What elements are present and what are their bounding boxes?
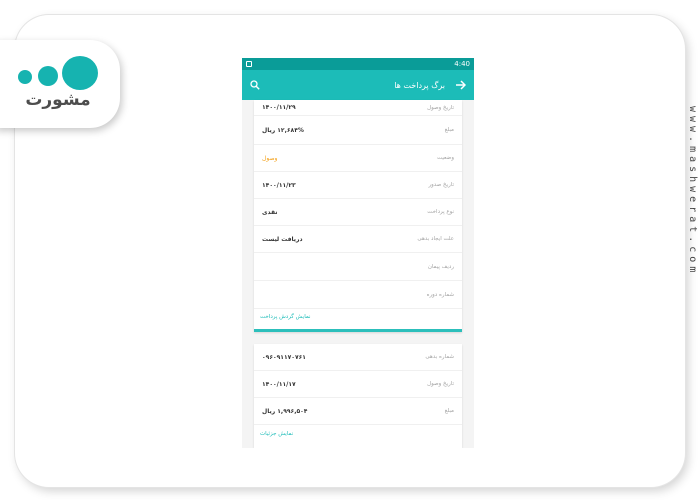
row-label: ردیف پیمان bbox=[427, 263, 454, 270]
detail-row: شماره دوره bbox=[254, 281, 462, 309]
payment-card-2: شماره بدهی ۰۹۶۰۹۱۱۷۰۷۶۱ تاریخ وصول ۱۴۰۰/… bbox=[254, 344, 462, 448]
show-details-link[interactable]: نمایش جزئیات bbox=[254, 425, 462, 437]
app-bar: برگ پرداخت ها bbox=[242, 70, 474, 100]
status-badge: وصول bbox=[262, 154, 278, 162]
logo-dot-small bbox=[18, 70, 32, 84]
status-time: 4:40 bbox=[454, 60, 470, 68]
detail-row: نوع پرداخت نقدی bbox=[254, 199, 462, 226]
logo-text: مشورت bbox=[25, 90, 91, 110]
row-value: ۱,۹۹۶,۵۰۴ ریال bbox=[262, 407, 308, 415]
detail-row: وضعیت وصول bbox=[254, 145, 462, 172]
row-label: تاریخ وصول bbox=[427, 381, 454, 387]
row-value: ۱۴۰۰/۱۱/۲۳ bbox=[262, 181, 296, 189]
row-label: مبلغ bbox=[444, 408, 454, 414]
page-title: برگ پرداخت ها bbox=[394, 80, 445, 90]
row-value: نقدی bbox=[262, 208, 278, 216]
payment-card-1: تاریخ وصول ۱۴۰۰/۱۱/۲۹ مبلغ ۱۲,۶۸۴% ریال … bbox=[254, 100, 462, 332]
detail-row: مبلغ ۱۲,۶۸۴% ریال bbox=[254, 116, 462, 145]
search-icon[interactable] bbox=[250, 80, 260, 90]
row-value: ۱۲,۶۸۴% ریال bbox=[262, 126, 304, 134]
detail-row: تاریخ وصول ۱۴۰۰/۱۱/۱۷ bbox=[254, 371, 462, 398]
logo-badge bbox=[0, 40, 120, 128]
detail-row: علت ایجاد بدهی دریافت لیست bbox=[254, 226, 462, 253]
logo-dot-large bbox=[62, 56, 98, 90]
logo-dot-medium bbox=[38, 66, 58, 86]
app-bar-title-group: برگ پرداخت ها bbox=[394, 80, 466, 90]
row-label: تاریخ وصول bbox=[427, 104, 454, 111]
arrow-right-icon[interactable] bbox=[455, 80, 466, 90]
status-bar: 4:40 bbox=[242, 58, 474, 70]
detail-row: ردیف پیمان bbox=[254, 253, 462, 281]
row-value: ۰۹۶۰۹۱۱۷۰۷۶۱ bbox=[262, 353, 306, 361]
detail-row: مبلغ ۱,۹۹۶,۵۰۴ ریال bbox=[254, 398, 462, 425]
row-label: تاریخ صدور bbox=[428, 182, 454, 188]
notification-icon bbox=[246, 61, 252, 67]
row-value: دریافت لیست bbox=[262, 235, 303, 243]
row-label: مبلغ bbox=[444, 127, 454, 133]
detail-row: تاریخ صدور ۱۴۰۰/۱۱/۲۳ bbox=[254, 172, 462, 199]
row-label: نوع پرداخت bbox=[427, 209, 454, 215]
detail-row: تاریخ وصول ۱۴۰۰/۱۱/۲۹ bbox=[254, 100, 462, 116]
phone-screen: 4:40 برگ پرداخت ها تاریخ وصول ۱۴۰۰/۱۱/۲۹ bbox=[242, 58, 474, 448]
row-label: شماره دوره bbox=[426, 291, 454, 298]
row-label: وضعیت bbox=[436, 155, 454, 161]
detail-row: شماره بدهی ۰۹۶۰۹۱۱۷۰۷۶۱ bbox=[254, 344, 462, 371]
row-value: ۱۴۰۰/۱۱/۲۹ bbox=[262, 104, 296, 111]
watermark-url: www.mashwerat.com bbox=[687, 106, 698, 277]
row-label: شماره بدهی bbox=[425, 354, 454, 360]
row-label: علت ایجاد بدهی bbox=[417, 236, 454, 242]
row-value: ۱۴۰۰/۱۱/۱۷ bbox=[262, 380, 296, 388]
show-payment-flow-link[interactable]: نمایش گردش پرداخت bbox=[254, 309, 462, 320]
